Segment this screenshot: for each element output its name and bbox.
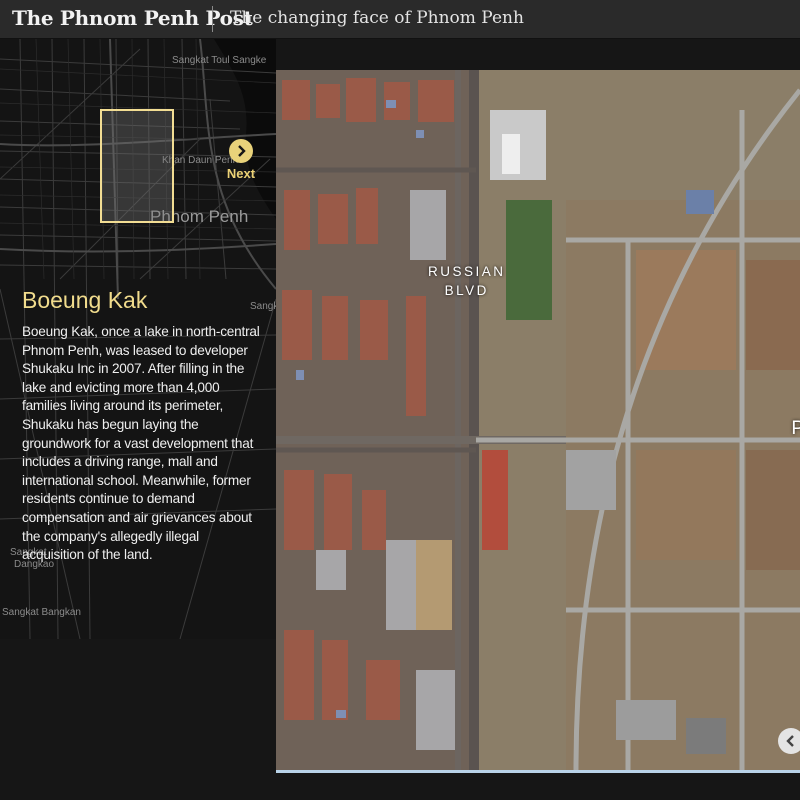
site-logo[interactable]: The Phnom Penh Post bbox=[12, 6, 253, 30]
map-edge-label: P bbox=[791, 418, 800, 440]
street-label-russian-blvd: RUSSIAN BLVD bbox=[428, 264, 506, 298]
satellite-image: RUSSIAN BLVD P bbox=[276, 70, 800, 773]
map-label-sangk: Sangk bbox=[250, 301, 276, 312]
next-button-label: Next bbox=[226, 166, 256, 181]
story-body: Boeung Kak, once a lake in north-central… bbox=[22, 324, 260, 563]
page-title: The changing face of Phnom Penh bbox=[230, 8, 524, 28]
map-label-bangkan: Sangkat Bangkan bbox=[2, 607, 81, 618]
story-title: Boeung Kak bbox=[22, 287, 148, 313]
satellite-image-graphic bbox=[276, 70, 800, 770]
header-divider bbox=[212, 6, 213, 32]
next-button[interactable]: Next bbox=[222, 139, 260, 189]
highlighted-area bbox=[100, 109, 174, 223]
site-header: The Phnom Penh Post The changing face of… bbox=[0, 0, 800, 39]
story-panel: Sangkat Toul Sangke Khan Daun Penh Phnom… bbox=[0, 39, 276, 800]
chevron-left-icon bbox=[786, 735, 794, 747]
map-label-toul-sangke: Sangkat Toul Sangke bbox=[172, 55, 267, 66]
chevron-right-icon bbox=[229, 139, 253, 163]
previous-button[interactable] bbox=[778, 728, 800, 754]
